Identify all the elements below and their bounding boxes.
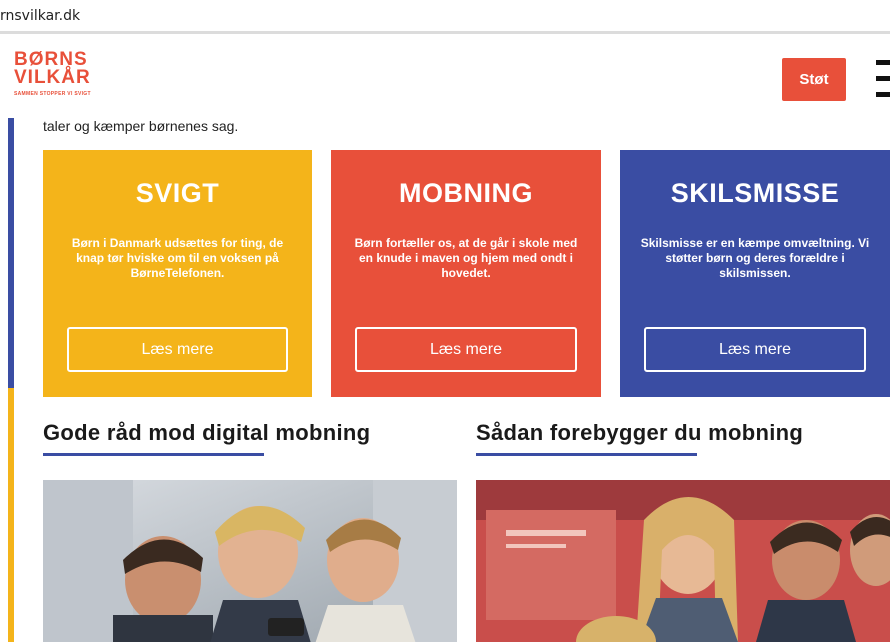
url-text[interactable]: rnsvilkar.dk (0, 8, 80, 24)
logo[interactable]: BØRNS VILKÅR SAMMEN STOPPER VI SVIGT (14, 50, 91, 97)
article-image-classroom[interactable] (476, 480, 890, 642)
card-mobning: MOBNING Børn fortæller os, at de går i s… (331, 150, 601, 397)
card-title: SKILSMISSE (670, 178, 840, 208)
article-image-boys[interactable] (43, 480, 457, 642)
read-more-button[interactable]: Læs mere (355, 327, 577, 372)
logo-tagline: SAMMEN STOPPER VI SVIGT (14, 91, 91, 97)
support-button[interactable]: Støt (782, 58, 846, 101)
read-more-button[interactable]: Læs mere (67, 327, 288, 372)
card-text: Børn fortæller os, at de går i skole med… (354, 236, 578, 280)
article-title-digital-mobning[interactable]: Gode råd mod digital mobning (43, 420, 370, 446)
title-underline (476, 453, 697, 456)
side-accent-strip (8, 118, 14, 388)
article-title-forebyg-mobning[interactable]: Sådan forebygger du mobning (476, 420, 803, 446)
side-accent-strip-yellow (8, 388, 14, 642)
browser-address-bar[interactable]: rnsvilkar.dk (0, 0, 890, 34)
title-underline (43, 453, 264, 456)
intro-text: taler og kæmper børnenes sag. (43, 118, 239, 134)
site-header: BØRNS VILKÅR SAMMEN STOPPER VI SVIGT Stø… (0, 37, 890, 110)
hamburger-icon[interactable] (876, 60, 890, 98)
card-svigt: SVIGT Børn i Danmark udsættes for ting, … (43, 150, 312, 397)
card-text: Børn i Danmark udsættes for ting, de kna… (71, 236, 284, 280)
card-title: MOBNING (399, 178, 533, 208)
read-more-button[interactable]: Læs mere (644, 327, 866, 372)
card-text: Skilsmisse er en kæmpe omvæltning. Vi st… (640, 236, 870, 280)
card-skilsmisse: SKILSMISSE Skilsmisse er en kæmpe omvælt… (620, 150, 890, 397)
card-title: SVIGT (135, 178, 220, 208)
logo-line-2: VILKÅR (14, 67, 91, 88)
